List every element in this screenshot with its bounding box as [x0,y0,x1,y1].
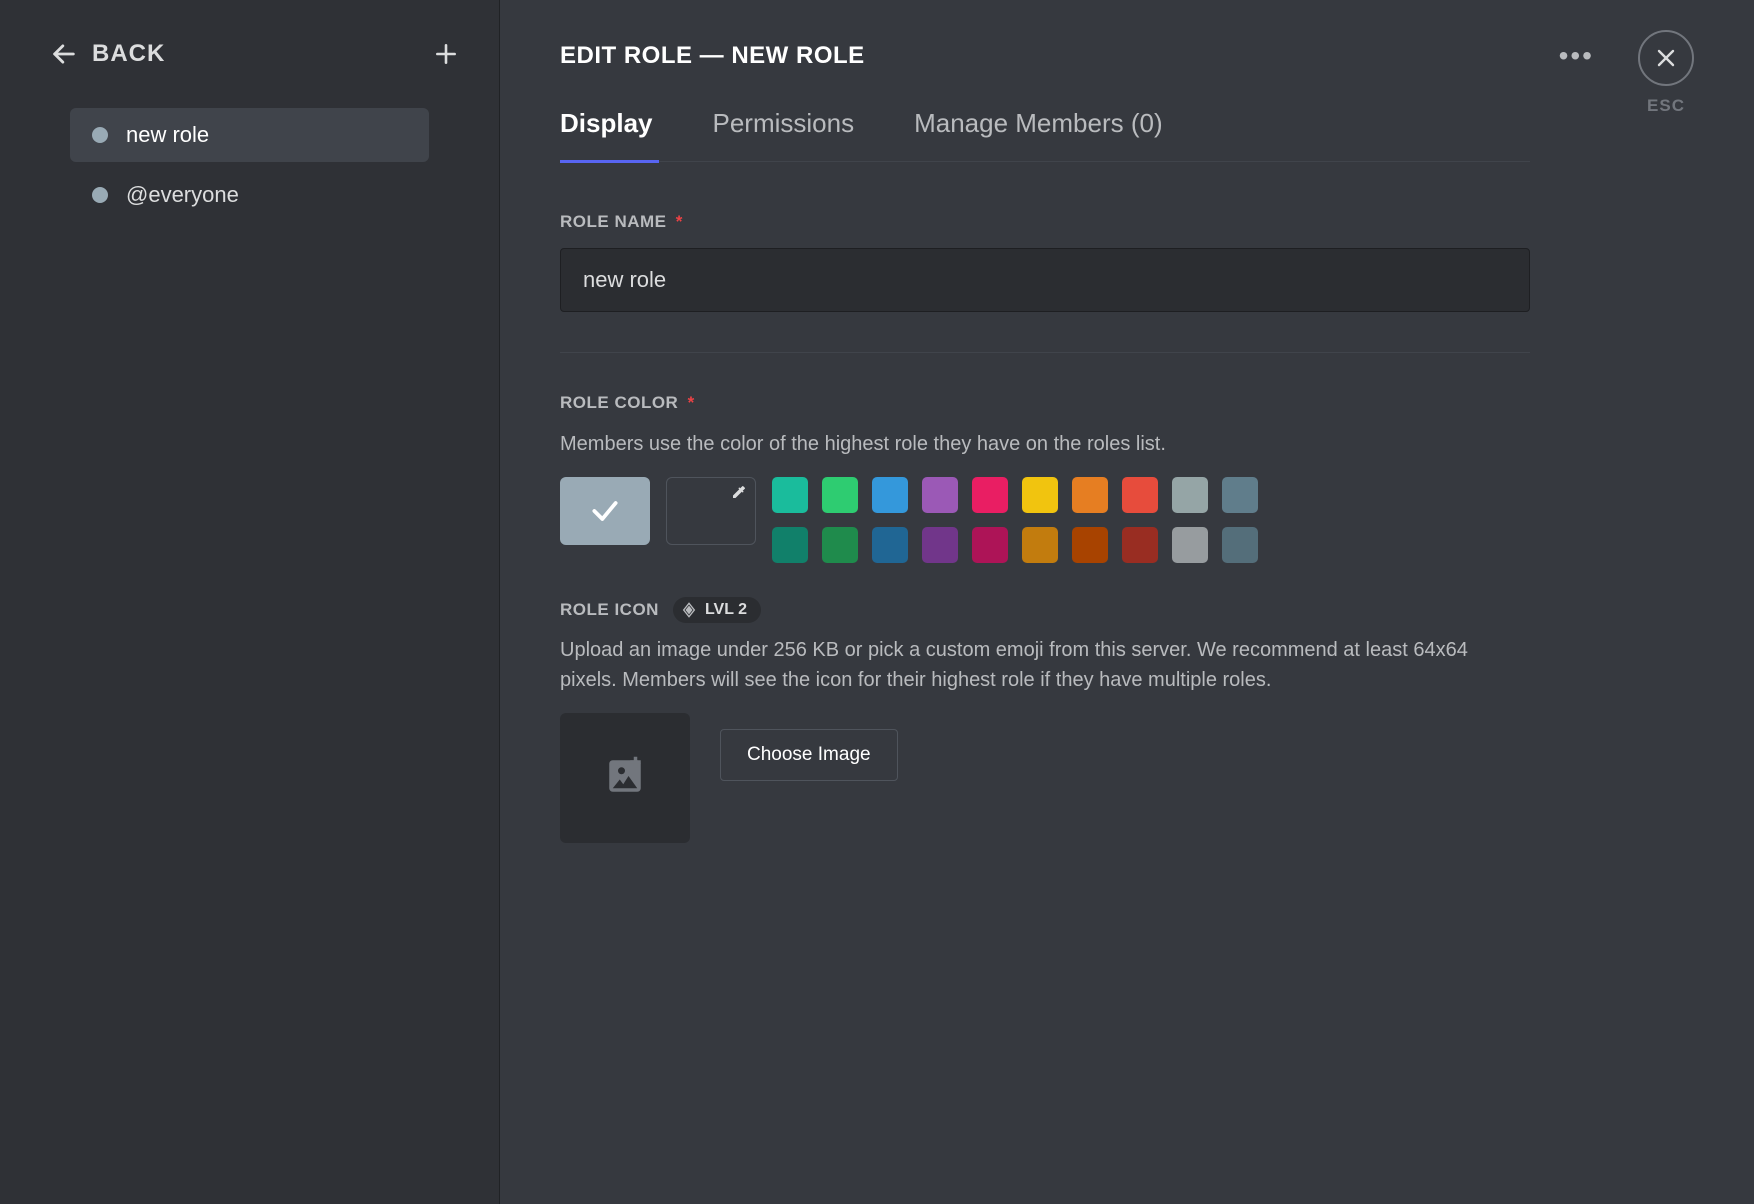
color-swatch[interactable] [1022,477,1058,513]
arrow-left-icon [50,40,78,68]
tab-manage-members[interactable]: Manage Members (0) [914,108,1163,161]
role-name-label: @everyone [126,182,239,208]
color-swatch[interactable] [1222,527,1258,563]
title-row: EDIT ROLE — NEW ROLE ••• [560,40,1694,72]
eyedropper-icon [731,484,747,505]
close-area: ESC [1638,30,1694,116]
required-star: * [688,393,695,412]
page-title: EDIT ROLE — NEW ROLE [560,42,865,70]
color-swatch[interactable] [1072,477,1108,513]
choose-image-button[interactable]: Choose Image [720,729,898,781]
color-swatch[interactable] [1172,477,1208,513]
swatch-row [772,527,1258,563]
tab-display[interactable]: Display [560,108,653,161]
color-swatch[interactable] [922,477,958,513]
boost-icon [681,602,697,618]
upload-image-box[interactable] [560,713,690,843]
role-color-desc: Members use the color of the highest rol… [560,429,1520,459]
color-swatch[interactable] [1072,527,1108,563]
main-panel: ESC EDIT ROLE — NEW ROLE ••• Display Per… [500,0,1754,1204]
tab-permissions[interactable]: Permissions [713,108,855,161]
default-color-swatch[interactable] [560,477,650,545]
role-color-label: ROLE COLOR * [560,393,1694,413]
esc-label: ESC [1647,96,1685,116]
close-button[interactable] [1638,30,1694,86]
back-button[interactable]: BACK [50,40,165,68]
color-swatch[interactable] [972,527,1008,563]
check-icon [589,495,621,527]
color-swatch[interactable] [772,477,808,513]
color-swatch[interactable] [772,527,808,563]
color-swatch[interactable] [822,477,858,513]
color-swatch[interactable] [1222,477,1258,513]
role-name-input[interactable] [560,248,1530,312]
swatch-row [772,477,1258,513]
color-swatch[interactable] [822,527,858,563]
roles-sidebar: BACK new role @everyone [0,0,500,1204]
color-swatch[interactable] [872,477,908,513]
color-swatch[interactable] [1122,527,1158,563]
custom-color-swatch[interactable] [666,477,756,545]
boost-level-badge: LVL 2 [673,597,761,623]
role-name-label: ROLE NAME * [560,212,1694,232]
more-options-button[interactable]: ••• [1559,40,1594,72]
role-item-new-role[interactable]: new role [70,108,429,162]
color-swatch-grid [772,477,1258,563]
color-swatch[interactable] [972,477,1008,513]
sidebar-header: BACK [0,40,499,68]
color-swatch[interactable] [1122,477,1158,513]
divider [560,352,1530,353]
role-item-everyone[interactable]: @everyone [70,168,429,222]
image-plus-icon [604,755,646,802]
color-swatch[interactable] [922,527,958,563]
role-color-dot [92,187,108,203]
icon-upload-row: Choose Image [560,713,1694,843]
required-star: * [676,212,683,231]
role-icon-label: ROLE ICON [560,600,659,620]
back-label: BACK [92,40,165,68]
tabs: Display Permissions Manage Members (0) [560,108,1530,162]
role-icon-desc: Upload an image under 256 KB or pick a c… [560,635,1520,695]
role-name-label: new role [126,122,209,148]
add-role-button[interactable] [433,41,459,67]
role-color-dot [92,127,108,143]
color-picker [560,477,1694,563]
role-list: new role @everyone [0,108,499,222]
color-swatch[interactable] [872,527,908,563]
color-swatch[interactable] [1022,527,1058,563]
color-swatch[interactable] [1172,527,1208,563]
role-icon-header: ROLE ICON LVL 2 [560,597,1694,623]
